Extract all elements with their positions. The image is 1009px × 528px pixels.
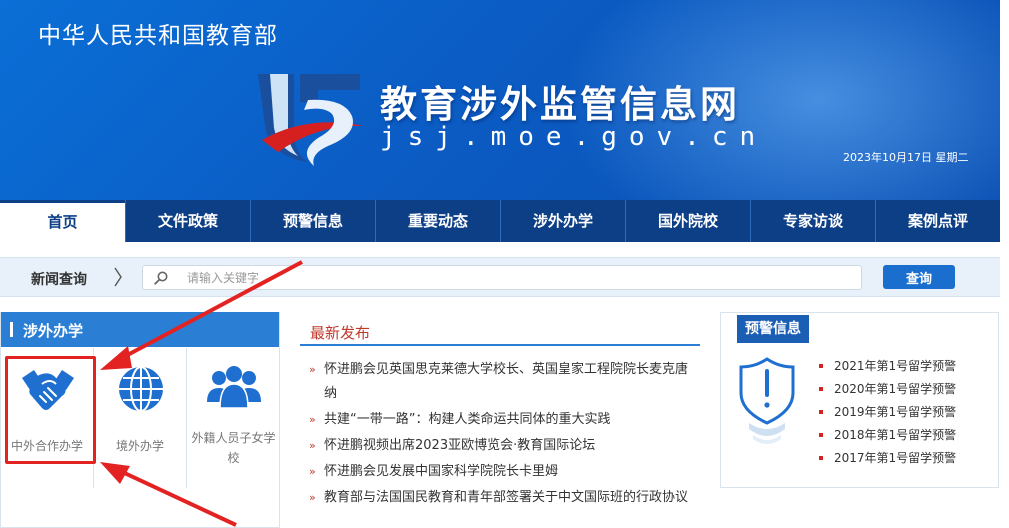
tile-label: 外籍人员子女学校 [191,431,276,465]
nav-item-warnings[interactable]: 预警信息 [250,200,375,242]
nav-item-cases[interactable]: 案例点评 [875,200,1000,242]
warning-item-text: 2018年第1号留学预警 [834,428,957,442]
news-list: » 怀进鹏会见英国思克莱德大学校长、英国皇家工程院院长麦克唐纳 » 共建“一带一路”… [300,358,700,510]
handshake-icon [22,370,74,410]
list-marker: » [309,363,316,376]
search-box [142,265,862,290]
latest-news-panel: 最新发布 » 怀进鹏会见英国思克莱德大学校长、英国皇家工程院院长麦克唐纳 » 共建“… [300,314,700,528]
warnings-list: 2021年第1号留学预警 2020年第1号留学预警 2019年第1号留学预警 2… [819,355,956,470]
panel-tiles: 中外合作办学 境外办学 外籍人员子女学校 [1,348,281,488]
news-item[interactable]: » 教育部与法国国民教育和青年部签署关于中文国际班的行政协议 [300,486,700,510]
news-item[interactable]: » 怀进鹏会见发展中国家科学院院长卡里姆 [300,460,700,484]
people-group-icon [207,366,261,409]
current-date: 2023年10月17日 星期二 [843,151,969,164]
panel-title: 涉外办学 [23,322,84,340]
site-domain: jsj.moe.gov.cn [380,122,768,152]
warning-item-text: 2021年第1号留学预警 [834,359,957,373]
warning-item-text: 2019年第1号留学预警 [834,405,957,419]
nav-item-foreign-schools[interactable]: 涉外办学 [500,200,625,242]
latest-news-title: 最新发布 [310,324,371,342]
warning-item[interactable]: 2020年第1号留学预警 [819,378,956,401]
news-item[interactable]: » 共建“一带一路”：构建人类命运共同体的重大实践 [300,408,700,432]
bullet-icon [819,410,823,414]
nav-item-interviews[interactable]: 专家访谈 [750,200,875,242]
news-item-text: 怀进鹏会见英国思克莱德大学校长、英国皇家工程院院长麦克唐纳 [324,362,689,401]
news-item-text: 共建“一带一路”：构建人类命运共同体的重大实践 [324,412,611,427]
site-banner: 中华人民共和国教育部 教育涉外监管信息网 jsj.moe.gov.cn 2023… [0,0,1000,200]
news-search-bar: 新闻查询 查询 [0,257,1000,297]
nav-item-policy[interactable]: 文件政策 [125,200,250,242]
panel-header: 涉外办学 [1,312,279,347]
latest-news-header: 最新发布 [300,314,700,346]
foreign-schooling-panel: 涉外办学 中外合作办学 境外办学 外籍人员子女学校 [0,312,280,528]
list-marker: » [309,413,316,426]
tile-foreign-children-schools[interactable]: 外籍人员子女学校 [187,348,280,488]
site-logo-icon [258,74,364,166]
news-item[interactable]: » 怀进鹏视频出席2023亚欧博览会·教育国际论坛 [300,434,700,458]
warning-item-text: 2017年第1号留学预警 [834,451,957,465]
search-input[interactable] [187,268,847,287]
header-accent-bar [10,322,13,337]
nav-item-overseas-institutions[interactable]: 国外院校 [625,200,750,242]
bullet-icon [819,364,823,368]
warning-item[interactable]: 2021年第1号留学预警 [819,355,956,378]
tile-label: 中外合作办学 [10,439,83,453]
list-marker: » [309,439,316,452]
tile-joint-schooling[interactable]: 中外合作办学 [1,348,94,488]
site-name: 教育涉外监管信息网 [380,83,740,126]
page: 中华人民共和国教育部 教育涉外监管信息网 jsj.moe.gov.cn 2023… [0,0,1009,528]
nav-item-news[interactable]: 重要动态 [375,200,500,242]
search-button[interactable]: 查询 [883,265,955,289]
search-icon [154,271,168,285]
shield-alert-icon [739,357,795,444]
search-label: 新闻查询 [31,272,87,288]
chevron-right-icon [114,267,122,287]
warning-item[interactable]: 2018年第1号留学预警 [819,424,956,447]
warning-item-text: 2020年第1号留学预警 [834,382,957,396]
list-marker: » [309,491,316,504]
bullet-icon [819,387,823,391]
bullet-icon [819,456,823,460]
news-item-text: 怀进鹏视频出席2023亚欧博览会·教育国际论坛 [324,438,596,453]
tile-label: 境外办学 [115,439,164,453]
main-nav: 首页 文件政策 预警信息 重要动态 涉外办学 国外院校 专家访谈 案例点评 [0,200,1000,242]
news-item[interactable]: » 怀进鹏会见英国思克莱德大学校长、英国皇家工程院院长麦克唐纳 [300,358,700,406]
nav-item-home[interactable]: 首页 [0,200,125,242]
tile-overseas-schooling[interactable]: 境外办学 [94,348,187,488]
warning-item[interactable]: 2019年第1号留学预警 [819,401,956,424]
ministry-name: 中华人民共和国教育部 [38,23,278,49]
warning-item[interactable]: 2017年第1号留学预警 [819,447,956,470]
news-item-text: 教育部与法国国民教育和青年部签署关于中文国际班的行政协议 [324,490,689,505]
globe-icon [119,366,163,412]
warnings-panel: 预警信息 2021年第1号留学预警 2020年第1号留学预警 2019年第1号留… [720,312,999,488]
news-item-text: 怀进鹏会见发展中国家科学院院长卡里姆 [324,464,559,479]
bullet-icon [819,433,823,437]
list-marker: » [309,465,316,478]
warnings-title: 预警信息 [737,315,809,343]
